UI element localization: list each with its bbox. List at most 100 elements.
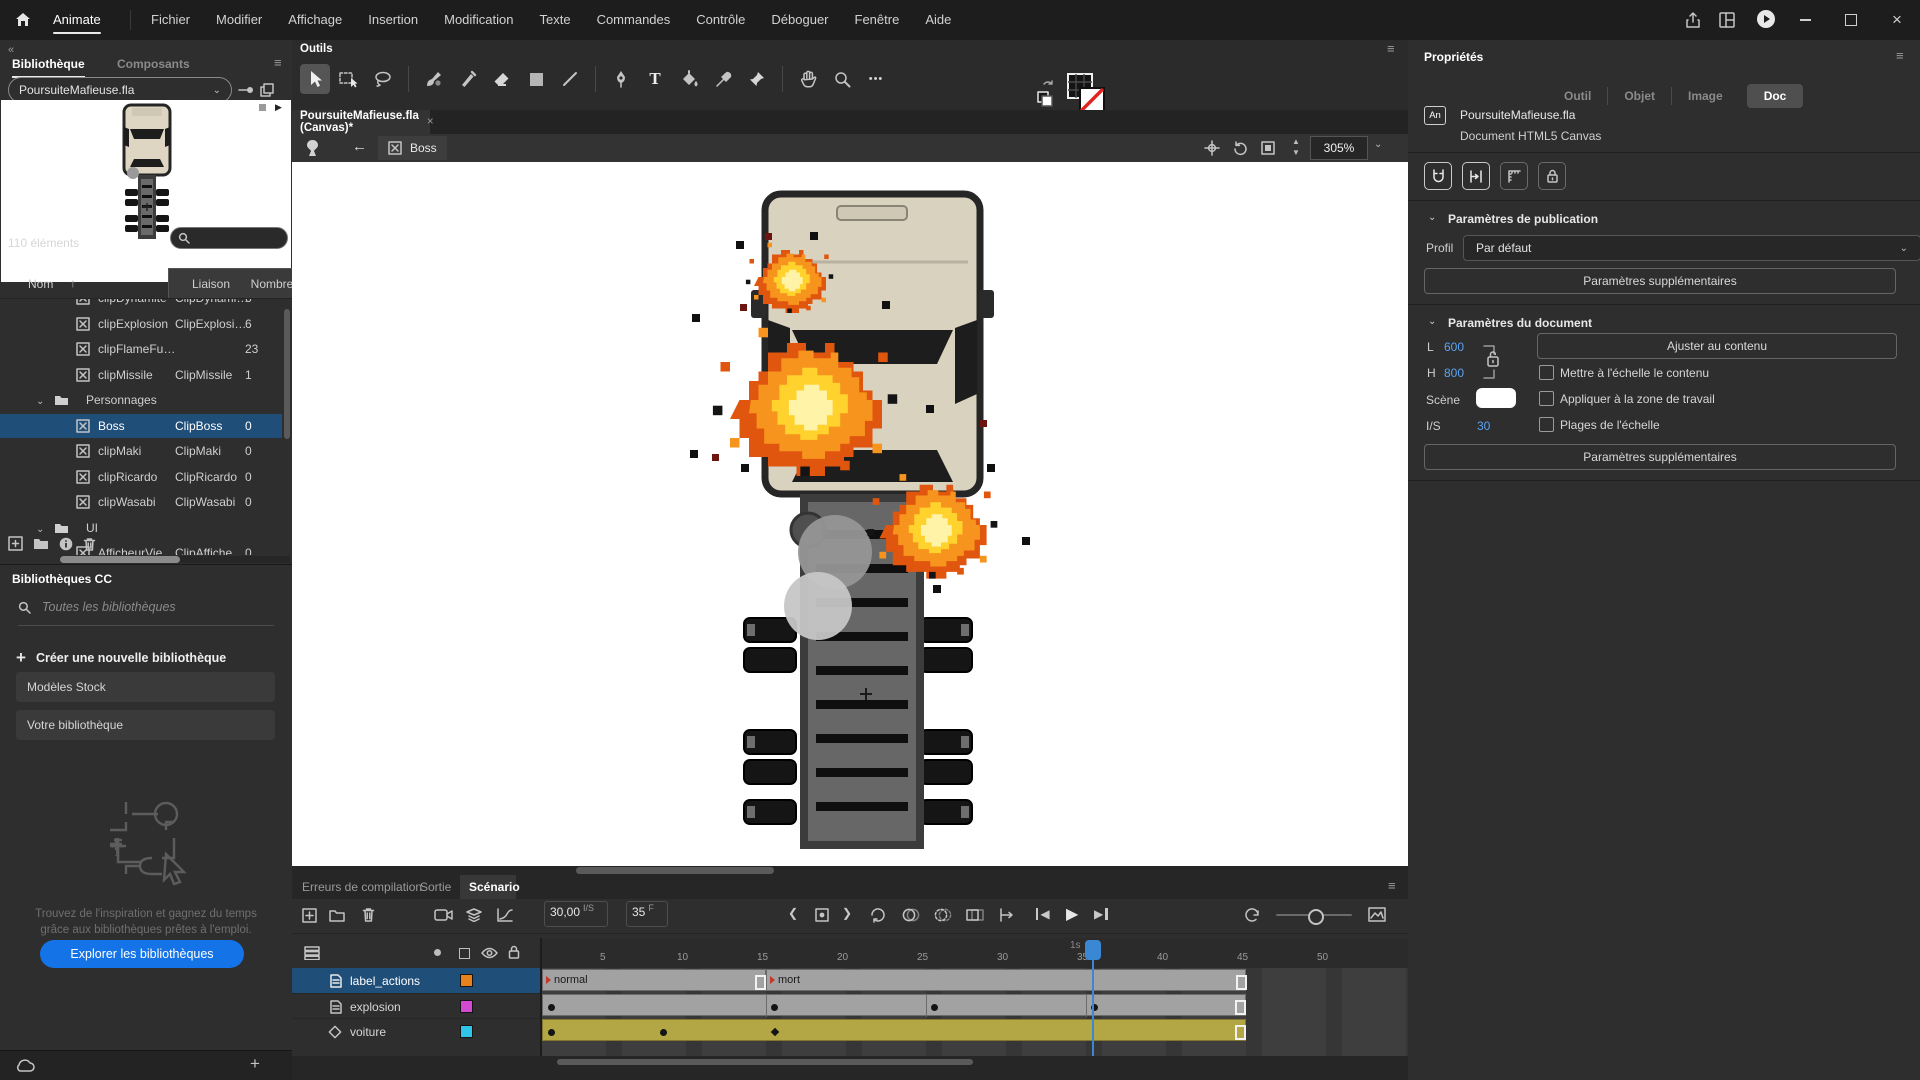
tab-outil[interactable]: Outil (1548, 89, 1607, 103)
library-row-clipdynamite[interactable]: clipDynamiteClipDynami…6 (0, 298, 282, 310)
menu-texte[interactable]: Texte (526, 0, 583, 40)
selection-handle[interactable] (980, 420, 987, 427)
cc-stock-templates-button[interactable]: Modèles Stock (16, 672, 275, 702)
layer-row-explosion[interactable]: explosion (292, 993, 540, 1019)
library-row-clipmissile[interactable]: clipMissileClipMissile1 (0, 363, 282, 387)
home-icon[interactable] (14, 11, 32, 29)
step-back-button[interactable]: ◀ (1036, 907, 1050, 921)
scale-ranges-checkbox[interactable] (1539, 417, 1554, 432)
tab-bibliotheque[interactable]: Bibliothèque (12, 57, 85, 78)
keyframe-frame-8[interactable] (660, 1029, 667, 1036)
menu-animate[interactable]: Animate (40, 0, 114, 40)
keyframe-frame-15[interactable] (771, 1004, 778, 1011)
timeline-zoom-slider[interactable] (1276, 914, 1352, 916)
library-row-clipmaki[interactable]: clipMakiClipMaki0 (0, 439, 282, 463)
properties-title[interactable]: Propriétés (1424, 50, 1483, 64)
span-end-frame[interactable] (755, 975, 766, 990)
menu-controle[interactable]: Contrôle (683, 0, 758, 40)
step-forward-button[interactable]: ▶ (1094, 907, 1108, 921)
layer-color-chip[interactable] (460, 1025, 473, 1038)
properties-menu-icon[interactable]: ≡ (1896, 48, 1904, 63)
camera-icon[interactable] (434, 908, 453, 922)
cc-sync-cloud-icon[interactable] (14, 1059, 36, 1073)
publish-section-title[interactable]: Paramètres de publication (1448, 212, 1598, 226)
layers-stack-icon[interactable] (304, 946, 320, 960)
menu-commandes[interactable]: Commandes (584, 0, 684, 40)
layer-depth-icon[interactable] (466, 908, 482, 922)
zoom-tool[interactable] (827, 64, 857, 94)
height-value[interactable]: 800 (1444, 366, 1464, 380)
frame-span-normal[interactable]: normal (542, 969, 766, 991)
outline-color-column-icon[interactable] (434, 949, 441, 956)
text-tool[interactable]: T (640, 64, 670, 94)
delete-layer-icon[interactable] (362, 907, 375, 922)
selection-handle[interactable] (882, 301, 890, 309)
collapse-section-icon[interactable]: ⌄ (1428, 316, 1436, 327)
show-graph-icon[interactable] (497, 908, 513, 922)
new-library-panel-icon[interactable] (260, 83, 274, 97)
timeline-frames-grid[interactable]: normal mort (542, 968, 1408, 1056)
snap-magnet-toggle[interactable] (1424, 162, 1452, 190)
menu-fenetre[interactable]: Fenêtre (842, 0, 913, 40)
selection-handle[interactable] (1022, 537, 1030, 545)
snap-align-toggle[interactable] (1462, 162, 1490, 190)
column-header-liaison[interactable]: Liaison (168, 268, 254, 299)
selection-handle[interactable] (712, 454, 719, 461)
delete-icon[interactable] (83, 537, 96, 551)
back-arrow-icon[interactable]: ← (352, 138, 367, 155)
tab-composants[interactable]: Composants (117, 57, 190, 71)
property-keyframe-frame-15[interactable] (771, 1028, 779, 1036)
timeline-horizontal-scrollbar[interactable] (292, 1056, 1408, 1068)
document-more-settings-button[interactable]: Paramètres supplémentaires (1424, 444, 1896, 470)
close-tab-icon[interactable]: × (427, 116, 434, 128)
cc-your-library-button[interactable]: Votre bibliothèque (16, 710, 275, 740)
width-value[interactable]: 600 (1444, 340, 1464, 354)
insert-keyframe-icon[interactable] (302, 908, 317, 923)
zoom-dropdown-icon[interactable]: ⌄ (1374, 139, 1382, 150)
tab-doc[interactable]: Doc (1747, 84, 1804, 108)
selection-handle[interactable] (933, 585, 941, 593)
menu-insertion[interactable]: Insertion (355, 0, 431, 40)
selection-handle[interactable] (810, 232, 818, 240)
tab-objet[interactable]: Objet (1608, 89, 1671, 103)
preview-resize-handle[interactable] (259, 104, 266, 111)
close-button[interactable]: × (1874, 0, 1920, 40)
menu-fichier[interactable]: Fichier (138, 0, 203, 40)
library-folder-personnages[interactable]: ⌄ Personnages (0, 388, 282, 412)
stage-horizontal-scrollbar[interactable] (292, 866, 1408, 875)
scale-content-checkbox[interactable] (1539, 365, 1554, 380)
clip-content-icon[interactable] (1260, 140, 1276, 156)
stage-artwork[interactable] (292, 162, 1408, 866)
library-row-clipexplosion[interactable]: clipExplosionClipExplosi…6 (0, 312, 282, 336)
folder-expand-icon[interactable]: ⌄ (36, 524, 44, 535)
selection-handle[interactable] (765, 233, 772, 240)
menu-deboguer[interactable]: Déboguer (758, 0, 841, 40)
cc-libraries-title[interactable]: Bibliothèques CC (12, 572, 112, 586)
document-section-title[interactable]: Paramètres du document (1448, 316, 1592, 330)
tab-image[interactable]: Image (1672, 89, 1739, 103)
slider-knob[interactable] (1308, 909, 1324, 925)
menu-aide[interactable]: Aide (912, 0, 964, 40)
scene-icon[interactable] (304, 139, 321, 157)
document-tab[interactable]: PoursuiteMafieuse.fla (Canvas)* × (292, 110, 430, 134)
share-icon[interactable] (1683, 10, 1703, 30)
outline-column-icon[interactable] (459, 948, 470, 959)
collapse-section-icon[interactable]: ⌄ (1428, 212, 1436, 223)
play-button[interactable]: ▶ (1066, 904, 1078, 924)
profile-select[interactable]: Par défaut ⌄ (1463, 235, 1920, 261)
lasso-tool[interactable] (368, 64, 398, 94)
subselection-tool[interactable] (334, 64, 364, 94)
lock-toggle[interactable] (1538, 162, 1566, 190)
ruler-toggle[interactable] (1500, 162, 1528, 190)
cc-create-library-button[interactable]: + Créer une nouvelle bibliothèque (16, 648, 226, 668)
selection-handle[interactable] (741, 464, 749, 472)
frame-span-mort[interactable]: mort (766, 969, 1246, 991)
workspace-layout-icon[interactable] (1718, 11, 1736, 29)
center-stage-icon[interactable] (1204, 140, 1220, 156)
more-tools-button[interactable]: ••• (861, 64, 891, 94)
library-preview[interactable]: ▶ (1, 100, 291, 282)
selection-handle[interactable] (987, 464, 995, 472)
minimize-button[interactable] (1782, 0, 1828, 40)
library-row-clipflamefu[interactable]: clipFlameFu…23 (0, 337, 282, 361)
step-expand-left-icon[interactable]: ❮ (788, 906, 798, 920)
